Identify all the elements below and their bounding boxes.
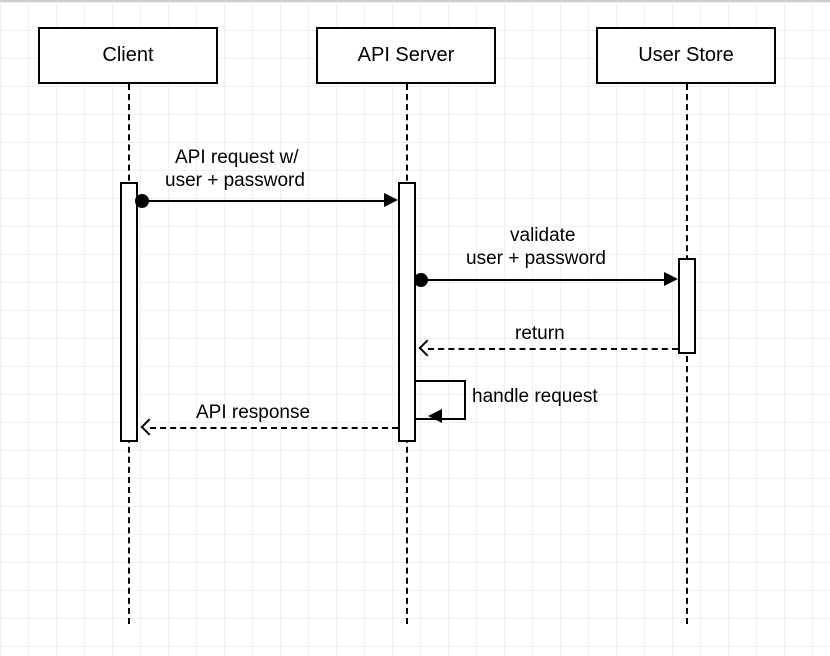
activation-user-store	[678, 258, 696, 354]
msg-return-label: return	[515, 323, 565, 345]
participant-user-store: User Store	[596, 27, 776, 84]
lifeline-user-store	[686, 84, 688, 624]
msg-api-request-arrow	[384, 193, 398, 207]
msg-validate-arrow	[664, 272, 678, 286]
msg-api-request-label-2: user + password	[165, 170, 305, 192]
activation-client	[120, 182, 138, 442]
msg-validate-label-1: validate	[510, 225, 576, 247]
msg-api-response-label: API response	[196, 402, 310, 424]
participant-user-store-label: User Store	[638, 44, 734, 66]
activation-api-server	[398, 182, 416, 442]
participant-client-label: Client	[102, 44, 153, 66]
msg-handle-request-arrow	[428, 409, 442, 423]
msg-validate-start-dot	[414, 273, 428, 287]
msg-validate-line	[427, 279, 667, 281]
msg-api-request-start-dot	[135, 194, 149, 208]
msg-handle-request-label: handle request	[472, 386, 598, 408]
msg-api-response-arrow	[141, 419, 158, 436]
msg-return-line	[428, 348, 678, 350]
participant-api-server-label: API Server	[358, 44, 455, 66]
msg-api-request-label-1: API request w/	[175, 147, 299, 169]
participant-api-server: API Server	[316, 27, 496, 84]
msg-return-arrow	[419, 340, 436, 357]
msg-api-request-line	[148, 200, 386, 202]
participant-client: Client	[38, 27, 218, 84]
sequence-diagram: Client API Server User Store API request…	[0, 0, 830, 656]
msg-api-response-line	[150, 427, 398, 429]
msg-validate-label-2: user + password	[466, 248, 606, 270]
